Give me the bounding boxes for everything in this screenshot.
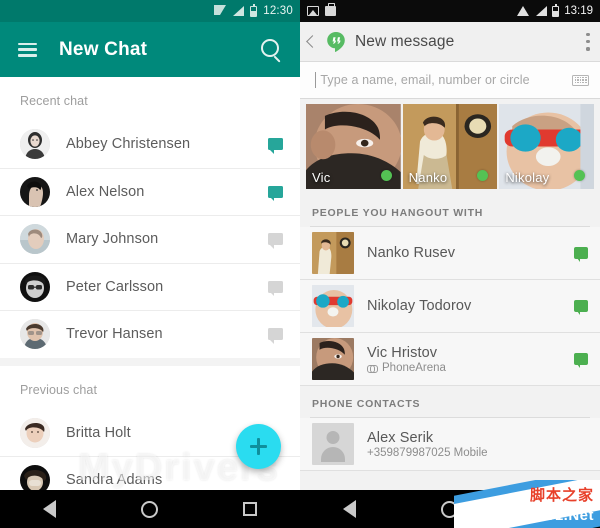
contact-subtitle-text: PhoneArena — [382, 361, 446, 374]
search-icon[interactable] — [261, 39, 282, 60]
contact-name: Alex Nelson — [66, 183, 145, 200]
tile-name: Vic — [312, 170, 331, 185]
contact-row[interactable]: Alex Serik +359879987025 Mobile — [300, 418, 600, 471]
recents-icon[interactable] — [243, 502, 258, 516]
status-bar-left: 12:30 — [0, 0, 300, 22]
status-bar-time: 13:19 — [564, 5, 593, 17]
section-header-phone: PHONE CONTACTS — [300, 386, 600, 417]
back-icon[interactable] — [342, 500, 356, 518]
contact-name: Nikolay Todorov — [367, 298, 472, 314]
list-item[interactable]: Peter Carlsson — [0, 263, 300, 310]
android-nav-bar-right — [300, 490, 600, 528]
status-bar-notifications — [307, 3, 512, 16]
home-icon[interactable] — [440, 500, 458, 518]
link-icon — [367, 363, 378, 373]
avatar — [20, 319, 50, 350]
presence-bubble-icon — [574, 247, 588, 262]
tile-name: Nikolay — [505, 170, 550, 185]
chat-bubble-icon[interactable] — [268, 185, 283, 202]
overflow-menu-icon[interactable] — [586, 32, 590, 51]
list-item[interactable]: Alex Nelson — [0, 168, 300, 215]
avatar — [20, 129, 50, 160]
contact-row[interactable]: Nikolay Todorov — [300, 280, 600, 333]
wifi-icon — [214, 5, 227, 15]
chat-bubble-icon[interactable] — [268, 280, 283, 297]
contact-name: Peter Carlsson — [66, 278, 164, 295]
favorite-tile[interactable]: Vic — [306, 104, 401, 189]
new-chat-fab[interactable] — [236, 424, 281, 469]
photo-icon — [307, 6, 319, 16]
avatar — [20, 176, 50, 207]
presence-dot — [574, 170, 586, 181]
left-phone-panel: 12:30 New Chat Recent chat Abbey Christe… — [0, 0, 300, 528]
contact-row[interactable]: Vic Hristov PhoneArena — [300, 333, 600, 386]
briefcase-icon — [325, 3, 336, 16]
dual-phone-screenshot: 12:30 New Chat Recent chat Abbey Christe… — [0, 0, 600, 528]
presence-dot — [380, 170, 392, 181]
search-placeholder: Type a name, email, number or circle — [320, 73, 530, 87]
avatar — [20, 271, 50, 302]
text-caret — [315, 72, 317, 88]
section-header-hangouts: PEOPLE YOU HANGOUT WITH — [300, 195, 600, 226]
section-label-previous: Previous chat — [20, 382, 98, 397]
avatar — [20, 224, 50, 255]
avatar — [20, 417, 50, 448]
section-gap — [0, 357, 300, 366]
contact-subtitle: PhoneArena — [367, 362, 561, 374]
favorite-tile[interactable]: Nanko — [402, 104, 498, 189]
right-phone-panel: 13:19 New message Type a name, email, nu… — [300, 0, 600, 528]
battery-icon — [250, 3, 258, 17]
avatar — [312, 285, 354, 327]
signal-icon — [535, 6, 548, 16]
search-input[interactable]: Type a name, email, number or circle — [300, 62, 600, 99]
contact-name: Alex Serik — [367, 429, 434, 446]
presence-bubble-icon — [574, 300, 588, 315]
favorite-tiles: Vic Nanko Nikolay — [300, 99, 600, 195]
keyboard-icon[interactable] — [572, 74, 589, 86]
battery-icon — [552, 3, 560, 17]
contact-name: Sandra Adams — [66, 472, 163, 489]
contact-name: Vic Hristov — [367, 344, 438, 361]
app-bar-right: New message — [300, 22, 600, 62]
recents-icon[interactable] — [543, 502, 558, 516]
list-item[interactable]: Abbey Christensen — [0, 121, 300, 168]
signal-icon — [232, 6, 245, 16]
contact-name: Mary Johnson — [66, 231, 159, 248]
presence-bubble-icon — [574, 353, 588, 368]
contact-text: Alex Serik +359879987025 Mobile — [367, 430, 588, 459]
avatar — [312, 232, 354, 274]
contact-row[interactable]: Nanko Rusev — [300, 227, 600, 280]
list-item[interactable]: Trevor Hansen — [0, 311, 300, 358]
default-avatar-icon — [312, 423, 354, 465]
wifi-icon — [517, 6, 530, 16]
page-title: New message — [355, 32, 455, 50]
chat-bubble-icon[interactable] — [268, 328, 283, 344]
contact-name: Nanko Rusev — [367, 245, 456, 261]
back-chevron-icon[interactable] — [306, 35, 319, 48]
app-bar-left: New Chat — [0, 22, 300, 77]
home-icon[interactable] — [140, 500, 158, 518]
favorite-tile[interactable]: Nikolay — [499, 104, 595, 189]
contact-phone-number: +359879987025 Mobile — [367, 446, 488, 459]
back-icon[interactable] — [42, 500, 56, 518]
chat-bubble-icon[interactable] — [268, 233, 283, 249]
android-nav-bar-left — [0, 490, 300, 528]
contact-text: Nikolay Todorov — [367, 298, 561, 314]
hamburger-icon[interactable] — [18, 42, 37, 57]
status-bar-time: 12:30 — [263, 5, 293, 17]
page-title: New Chat — [59, 38, 148, 60]
tile-name: Nanko — [408, 170, 448, 185]
status-bar-right: 13:19 — [300, 0, 600, 22]
contact-name: Abbey Christensen — [66, 136, 191, 153]
contact-name: Trevor Hansen — [66, 326, 163, 343]
list-item[interactable]: Mary Johnson — [0, 216, 300, 263]
chat-bubble-icon[interactable] — [268, 138, 283, 154]
contact-text: Nanko Rusev — [367, 245, 561, 261]
section-label-recent: Recent chat — [20, 94, 88, 108]
contact-text: Vic Hristov PhoneArena — [367, 345, 561, 374]
hangouts-icon[interactable] — [325, 31, 347, 53]
contact-subtitle: +359879987025 Mobile — [367, 447, 588, 459]
avatar — [312, 338, 354, 380]
